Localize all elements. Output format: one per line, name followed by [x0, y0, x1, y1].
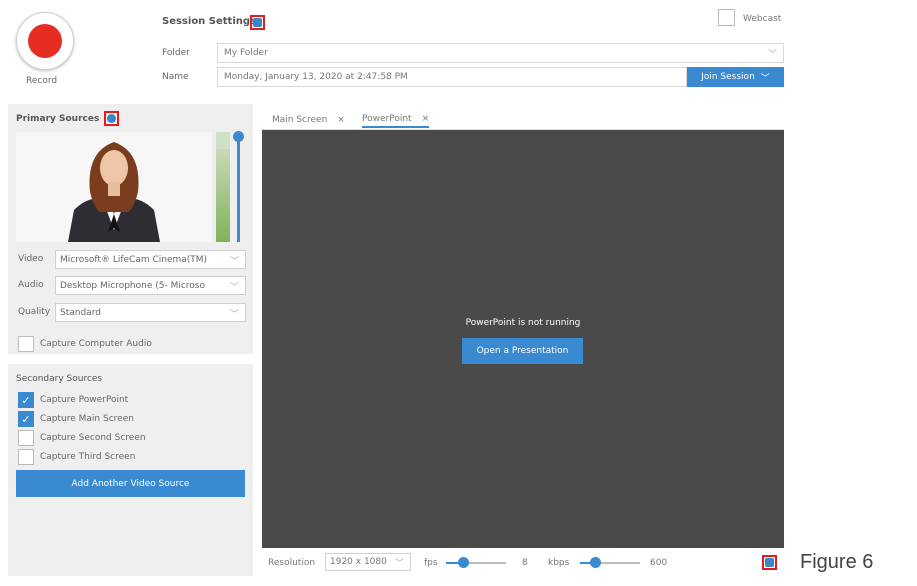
session-name-input[interactable]: Monday, January 13, 2020 at 2:47:58 PM: [217, 67, 687, 87]
capture-computer-audio-label: Capture Computer Audio: [40, 339, 152, 349]
chevron-down-icon: ﹀: [394, 559, 404, 569]
audio-value: Desktop Microphone (5- Microso: [60, 280, 205, 291]
primary-sources-title: Primary Sources: [16, 114, 100, 124]
video-label: Video: [18, 254, 44, 264]
tab-label: PowerPoint: [362, 113, 412, 124]
folder-select[interactable]: My Folder ﹀: [217, 43, 784, 63]
kbps-slider-thumb[interactable]: [590, 557, 601, 568]
kbps-label: kbps: [548, 558, 570, 568]
session-settings-gear-icon[interactable]: [250, 15, 265, 30]
session-name-value: Monday, January 13, 2020 at 2:47:58 PM: [224, 72, 408, 82]
capture-second-screen-label: Capture Second Screen: [40, 433, 146, 443]
capture-main-screen-label: Capture Main Screen: [40, 414, 134, 424]
volume-slider-track[interactable]: [237, 132, 240, 242]
capture-second-screen-checkbox[interactable]: [18, 430, 34, 446]
resolution-label: Resolution: [268, 558, 316, 568]
secondary-sources-title: Secondary Sources: [16, 374, 103, 384]
audio-select[interactable]: Desktop Microphone (5- Microso ﹀: [55, 276, 246, 295]
figure-label: Figure 6: [800, 551, 874, 573]
close-icon[interactable]: ×: [337, 115, 345, 125]
audio-level-meter: [216, 132, 230, 242]
capture-third-screen-label: Capture Third Screen: [40, 452, 136, 462]
kbps-value: 600: [650, 558, 668, 568]
record-button[interactable]: [16, 12, 74, 70]
chevron-down-icon: ﹀: [229, 310, 239, 320]
volume-slider-thumb[interactable]: [233, 131, 244, 142]
fps-value: 8: [522, 558, 528, 568]
fps-label: fps: [424, 558, 438, 568]
presenter-image: [16, 132, 212, 242]
close-icon[interactable]: ×: [422, 114, 430, 124]
name-label: Name: [162, 72, 189, 82]
webcast-checkbox[interactable]: [718, 9, 735, 26]
join-session-button[interactable]: Join Session ﹀: [687, 67, 784, 87]
record-label: Record: [26, 76, 58, 86]
tab-main-screen[interactable]: Main Screen ×: [272, 111, 345, 128]
resolution-select[interactable]: 1920 x 1080 ﹀: [325, 553, 411, 571]
capture-main-screen-checkbox[interactable]: ✓: [18, 411, 34, 427]
quality-value: Standard: [60, 307, 101, 318]
tab-label: Main Screen: [272, 114, 328, 125]
output-settings-gear-icon[interactable]: [762, 555, 777, 570]
webcam-preview: [16, 132, 212, 242]
quality-label: Quality: [18, 307, 51, 317]
chevron-down-icon: ﹀: [229, 257, 239, 267]
open-presentation-button[interactable]: Open a Presentation: [462, 338, 583, 364]
chevron-down-icon: ﹀: [760, 73, 770, 84]
chevron-down-icon: ﹀: [767, 50, 777, 60]
record-dot-icon: [28, 24, 62, 58]
join-session-label: Join Session: [701, 72, 755, 82]
add-video-source-button[interactable]: Add Another Video Source: [16, 470, 245, 497]
fps-slider-thumb[interactable]: [458, 557, 469, 568]
session-settings-title: Session Settings: [162, 16, 256, 27]
resolution-value: 1920 x 1080: [330, 557, 387, 567]
capture-computer-audio-checkbox[interactable]: [18, 336, 34, 352]
audio-label: Audio: [18, 280, 44, 290]
capture-powerpoint-label: Capture PowerPoint: [40, 395, 129, 405]
folder-label: Folder: [162, 48, 190, 58]
audio-level-fill: [216, 148, 230, 242]
primary-sources-gear-icon[interactable]: [104, 111, 119, 126]
video-select[interactable]: Microsoft® LifeCam Cinema(TM) ﹀: [55, 250, 246, 269]
quality-select[interactable]: Standard ﹀: [55, 303, 246, 322]
capture-powerpoint-checkbox[interactable]: ✓: [18, 392, 34, 408]
video-value: Microsoft® LifeCam Cinema(TM): [60, 254, 208, 265]
webcast-label: Webcast: [743, 14, 782, 24]
powerpoint-status-text: PowerPoint is not running: [465, 318, 581, 328]
folder-value: My Folder: [224, 48, 268, 58]
chevron-down-icon: ﹀: [229, 283, 239, 293]
tab-powerpoint[interactable]: PowerPoint ×: [362, 111, 430, 128]
capture-third-screen-checkbox[interactable]: [18, 449, 34, 465]
